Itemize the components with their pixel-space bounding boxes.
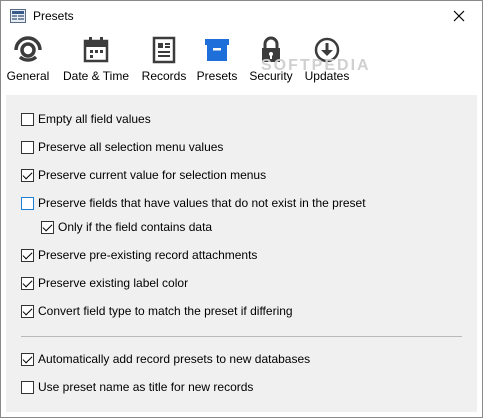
presets-icon xyxy=(205,39,229,61)
gear-icon xyxy=(14,36,42,62)
option-label: Empty all field values xyxy=(38,112,151,126)
option-preserve-current-value[interactable]: Preserve current value for selection men… xyxy=(21,167,266,183)
option-label: Preserve pre-existing record attachments xyxy=(38,248,258,262)
checkbox[interactable] xyxy=(21,304,34,318)
checkbox[interactable] xyxy=(21,196,34,210)
option-empty-all-field-values[interactable]: Empty all field values xyxy=(21,111,151,127)
download-icon xyxy=(314,37,340,63)
option-only-if-field-contains-data[interactable]: Only if the field contains data xyxy=(41,219,212,235)
option-label: Preserve fields that have values that do… xyxy=(38,196,366,210)
checkbox[interactable] xyxy=(21,380,34,394)
option-label: Use preset name as title for new records xyxy=(38,380,254,394)
title-bar: Presets xyxy=(1,1,482,31)
checkbox[interactable] xyxy=(21,112,34,126)
checkbox[interactable] xyxy=(21,140,34,154)
close-button[interactable] xyxy=(436,1,482,31)
option-convert-field-type[interactable]: Convert field type to match the preset i… xyxy=(21,303,293,319)
divider xyxy=(21,336,462,337)
option-preserve-all-selection-menu-values[interactable]: Preserve all selection menu values xyxy=(21,139,223,155)
window-title: Presets xyxy=(33,9,74,23)
checkbox[interactable] xyxy=(21,276,34,290)
app-icon xyxy=(10,9,26,23)
option-use-preset-name-as-title[interactable]: Use preset name as title for new records xyxy=(21,379,253,395)
option-label: Preserve current value for selection men… xyxy=(38,168,267,182)
calendar-icon xyxy=(83,37,109,63)
checkbox[interactable] xyxy=(21,168,34,182)
tab-general-label: General xyxy=(6,69,50,83)
tab-date-time[interactable]: Date & Time xyxy=(59,35,133,89)
option-label: Preserve all selection menu values xyxy=(38,140,224,154)
checkbox[interactable] xyxy=(21,352,34,366)
close-icon xyxy=(453,10,465,22)
option-preserve-fields-not-in-preset[interactable]: Preserve fields that have values that do… xyxy=(21,195,366,211)
tab-records-label: Records xyxy=(141,69,187,83)
presets-window: Presets General Date & Time Records Pres… xyxy=(0,0,483,418)
tab-updates-label: Updates xyxy=(304,69,350,83)
tab-security-label: Security xyxy=(249,69,293,83)
option-preserve-label-color[interactable]: Preserve existing label color xyxy=(21,275,188,291)
option-label: Automatically add record presets to new … xyxy=(38,352,311,366)
option-label: Convert field type to match the preset i… xyxy=(38,304,293,318)
tab-date-time-label: Date & Time xyxy=(62,69,130,83)
option-preserve-record-attachments[interactable]: Preserve pre-existing record attachments xyxy=(21,247,257,263)
tab-presets[interactable]: Presets xyxy=(194,35,240,89)
tab-presets-label: Presets xyxy=(196,69,238,83)
tab-general[interactable]: General xyxy=(5,35,51,89)
tab-updates[interactable]: Updates xyxy=(304,35,350,89)
preferences-toolbar: General Date & Time Records Presets Secu… xyxy=(1,31,482,93)
option-label: Only if the field contains data xyxy=(58,220,213,234)
presets-panel: Empty all field values Preserve all sele… xyxy=(6,95,477,412)
tab-security[interactable]: Security xyxy=(247,35,295,89)
option-label: Preserve existing label color xyxy=(38,276,189,290)
checkbox[interactable] xyxy=(21,248,34,262)
option-auto-add-presets[interactable]: Automatically add record presets to new … xyxy=(21,351,310,367)
records-icon xyxy=(152,36,176,64)
lock-icon xyxy=(262,36,280,62)
tab-records[interactable]: Records xyxy=(140,35,188,89)
checkbox[interactable] xyxy=(41,220,54,234)
